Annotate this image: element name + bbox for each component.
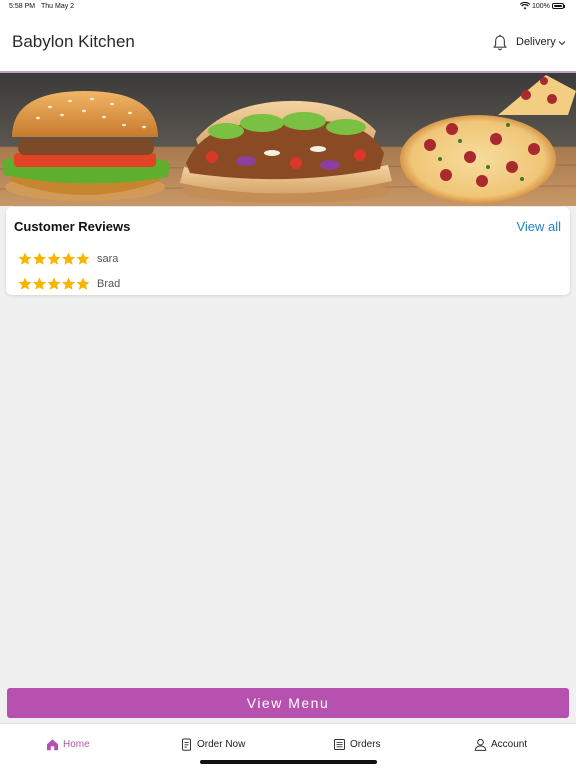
burger-image xyxy=(2,91,170,201)
order-icon xyxy=(182,738,191,751)
wifi-icon xyxy=(520,2,530,10)
bell-icon[interactable] xyxy=(492,34,508,52)
reviewer-name: Brad xyxy=(97,278,121,290)
tab-label: Account xyxy=(491,739,528,750)
home-indicator[interactable] xyxy=(200,760,377,764)
receipt-icon xyxy=(334,739,345,750)
chevron-down-icon[interactable] xyxy=(558,39,566,47)
view-menu-button[interactable]: View Menu xyxy=(7,688,569,718)
order-mode-selector[interactable]: Delivery xyxy=(516,36,556,48)
status-bar: 5:58 PM Thu May 2 100% xyxy=(0,0,576,14)
status-time: 5:58 PM xyxy=(9,3,36,10)
reviews-heading: Customer Reviews xyxy=(14,219,131,234)
home-icon xyxy=(47,739,58,751)
status-date: Thu May 2 xyxy=(41,3,75,10)
review-item: Brad xyxy=(18,277,318,293)
reviewer-name: sara xyxy=(97,253,119,265)
view-all-reviews-link[interactable]: View all xyxy=(516,219,561,234)
review-item: sara xyxy=(18,252,318,268)
user-icon xyxy=(474,738,487,751)
restaurant-title: Babylon Kitchen xyxy=(12,32,135,51)
rating-stars-icon xyxy=(18,252,90,265)
rating-stars-icon xyxy=(18,277,90,290)
hero-food-image xyxy=(0,73,576,206)
app-header: Babylon Kitchen Delivery xyxy=(0,14,576,73)
tab-label: Home xyxy=(63,739,90,750)
battery-percentage: 100% xyxy=(532,3,550,10)
hero-banner xyxy=(0,73,576,206)
tab-label: Orders xyxy=(350,739,381,750)
customer-reviews-card: Customer Reviews View all sara Brad xyxy=(6,207,570,295)
tab-label: Order Now xyxy=(197,739,246,750)
battery-icon xyxy=(552,3,564,9)
